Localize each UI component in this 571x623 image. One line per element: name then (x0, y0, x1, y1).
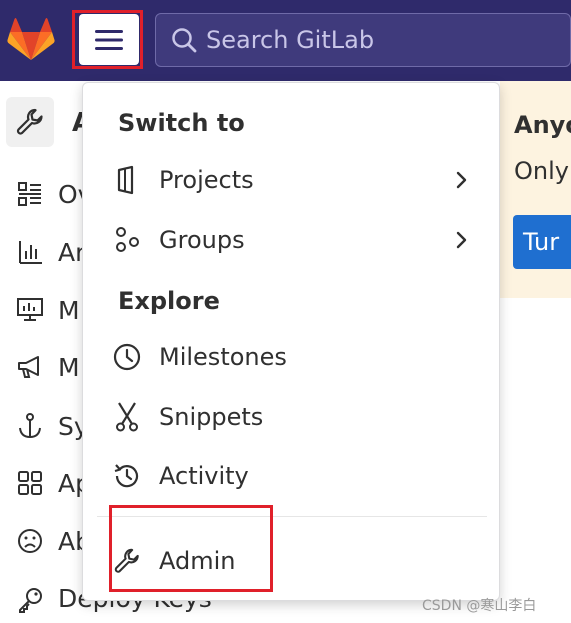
sidebar-item-abuse-reports[interactable]: Ab (0, 521, 91, 561)
hamburger-icon (95, 29, 123, 50)
search-icon (172, 28, 197, 53)
key-icon (15, 585, 45, 615)
megaphone-icon (15, 352, 45, 382)
abuse-icon (15, 526, 45, 556)
sidebar-item-system-hooks[interactable]: Sy (0, 406, 89, 446)
wrench-icon (16, 108, 43, 135)
switch-to-heading: Switch to (118, 109, 245, 137)
groups-icon (111, 224, 143, 256)
menu-item-activity[interactable]: Activity (111, 452, 481, 500)
menu-item-label: Snippets (159, 403, 264, 431)
menu-item-label: Milestones (159, 343, 287, 371)
scissors-icon (111, 401, 143, 433)
explore-heading: Explore (118, 287, 220, 315)
menu-item-projects[interactable]: Projects (111, 156, 481, 204)
wrench-icon (111, 545, 143, 577)
sidebar-item-label: M (58, 352, 80, 382)
menu-item-label: Activity (159, 462, 249, 490)
menu-item-admin[interactable]: Admin (111, 537, 481, 585)
banner-title: Anyo (514, 111, 571, 139)
main-menu-dropdown: Switch to Projects Groups Explore Milest… (82, 82, 500, 601)
menu-item-label: Groups (159, 226, 245, 254)
menu-item-groups[interactable]: Groups (111, 216, 481, 264)
menu-item-milestones[interactable]: Milestones (111, 333, 481, 381)
sidebar-item-label: M (58, 295, 80, 325)
sidebar-item-applications[interactable]: Ap (0, 463, 91, 503)
search-placeholder: Search GitLab (206, 26, 375, 54)
project-icon (111, 164, 143, 196)
chevron-right-icon (456, 171, 467, 189)
sidebar-item-analytics[interactable]: An (0, 232, 91, 272)
top-navigation-bar: Search GitLab (0, 0, 571, 81)
analytics-icon (15, 237, 45, 267)
clock-icon (111, 341, 143, 373)
history-icon (111, 460, 143, 492)
main-menu-button[interactable] (79, 14, 139, 65)
menu-divider (97, 516, 487, 517)
banner-text: Only (514, 157, 569, 185)
menu-item-snippets[interactable]: Snippets (111, 393, 481, 441)
admin-area-avatar[interactable] (6, 97, 54, 147)
search-bar[interactable]: Search GitLab (155, 13, 571, 67)
notice-banner: Anyo Only Tur (500, 81, 571, 298)
sidebar-item-messages[interactable]: M (0, 347, 82, 387)
gitlab-logo-icon[interactable] (7, 18, 55, 62)
menu-item-label: Admin (159, 547, 236, 575)
chevron-right-icon (456, 231, 467, 249)
banner-action-button[interactable]: Tur (513, 215, 571, 269)
apps-icon (15, 468, 45, 498)
anchor-icon (15, 411, 45, 441)
sidebar-item-overview[interactable]: Ov (0, 174, 92, 214)
sidebar-item-monitoring[interactable]: M (0, 290, 82, 330)
monitor-icon (15, 295, 45, 325)
overview-icon (15, 179, 45, 209)
watermark-text: CSDN @寒山李白 (422, 598, 537, 614)
menu-item-label: Projects (159, 166, 254, 194)
